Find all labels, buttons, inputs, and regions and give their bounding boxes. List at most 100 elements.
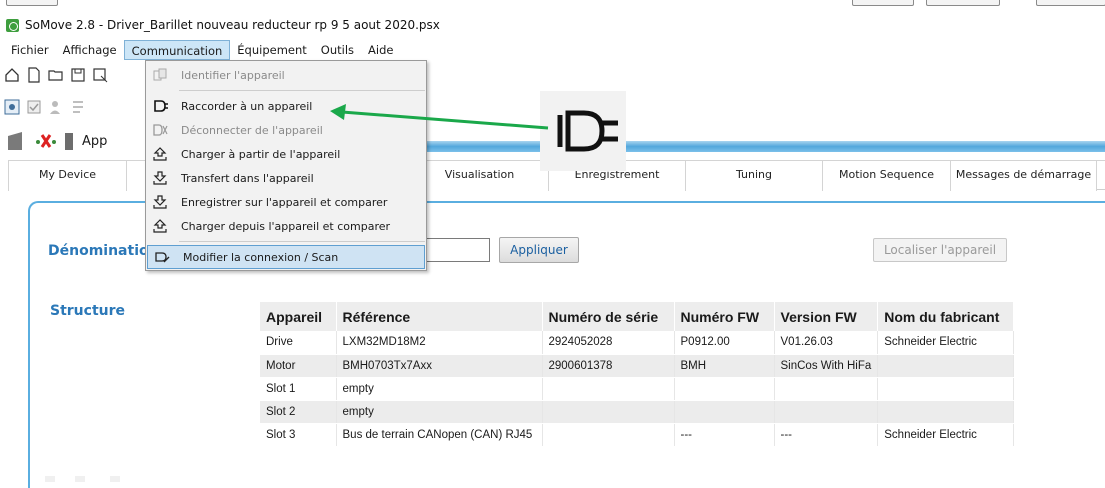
- table-cell: Drive: [260, 331, 337, 355]
- table-row[interactable]: Slot 1 empty: [260, 377, 1015, 401]
- locate-device-button: Localiser l'appareil: [873, 238, 1007, 262]
- table-row[interactable]: Drive LXM32MD18M2 2924052028 P0912.00 V0…: [260, 331, 1015, 355]
- save-icon[interactable]: [70, 67, 86, 83]
- table-cell: [774, 400, 879, 424]
- tab-my-device[interactable]: My Device: [8, 161, 127, 191]
- download-icon: [150, 168, 170, 188]
- table-cell: Motor: [260, 354, 337, 378]
- column-header: Appareil: [260, 302, 337, 331]
- tab-motion-sequence[interactable]: Motion Sequence: [823, 161, 951, 191]
- table-cell: SinCos With HiFa: [774, 354, 879, 378]
- table-cell: Slot 2: [260, 400, 337, 424]
- clipped-button: [6, 0, 58, 6]
- menu-communication[interactable]: Communication: [123, 39, 231, 60]
- table-cell: BMH0703Tx7Axx: [336, 354, 543, 378]
- table-cell: Slot 1: [260, 377, 337, 401]
- table-cell: Slot 3: [260, 423, 337, 447]
- column-header: Version FW: [774, 302, 879, 331]
- menu-affichage[interactable]: Affichage: [56, 40, 124, 60]
- menu-item-label: Identifier l'appareil: [181, 68, 285, 82]
- toolbar-partial-label: App: [82, 133, 108, 149]
- user-edit-icon[interactable]: [48, 99, 64, 115]
- compare-icon[interactable]: [70, 99, 86, 115]
- table-cell: 2924052028: [542, 331, 675, 355]
- table-row[interactable]: Slot 3 Bus de terrain CANopen (CAN) RJ45…: [260, 423, 1015, 447]
- drive-block-icon: [64, 131, 74, 151]
- secondary-toolbar: [0, 94, 150, 120]
- clipped-button: [926, 0, 1000, 6]
- menu-item-store-and-compare[interactable]: Enregistrer sur l'appareil et comparer: [146, 190, 426, 214]
- denomination-label: Dénominatio: [48, 243, 149, 259]
- faint-bottom-icons: [45, 476, 120, 482]
- table-header-row: Appareil Référence Numéro de série Numér…: [260, 302, 1015, 331]
- table-cell: [542, 400, 675, 424]
- menu-item-load-from-device[interactable]: Charger à partir de l'appareil: [146, 142, 426, 166]
- table-cell: Schneider Electric: [877, 423, 1015, 447]
- menu-bar: Fichier Affichage Communication Équipeme…: [0, 38, 1105, 61]
- plug-connect-icon: [150, 96, 170, 116]
- menu-separator: [179, 241, 425, 242]
- download-compare-icon: [150, 192, 170, 212]
- menu-item-label: Modifier la connexion / Scan: [183, 250, 339, 264]
- table-cell: V01.26.03: [774, 331, 879, 355]
- plug-disconnect-icon: [150, 120, 170, 140]
- menu-separator: [179, 90, 425, 91]
- column-header: Numéro de série: [542, 302, 675, 331]
- table-cell: [542, 377, 675, 401]
- header-band: [425, 141, 1105, 152]
- table-cell: Schneider Electric: [877, 331, 1015, 355]
- table-cell: [877, 354, 1015, 378]
- table-cell: LXM32MD18M2: [336, 331, 543, 355]
- table-cell: empty: [336, 377, 543, 401]
- communication-menu: Identifier l'appareil Raccorder à un app…: [145, 60, 427, 271]
- upload-icon: [150, 144, 170, 164]
- table-cell: Bus de terrain CANopen (CAN) RJ45: [336, 423, 543, 447]
- table-cell: ---: [674, 423, 775, 447]
- menu-aide[interactable]: Aide: [361, 40, 400, 60]
- clipped-button: [1036, 0, 1105, 6]
- menu-item-transfer-to-device[interactable]: Transfert dans l'appareil: [146, 166, 426, 190]
- menu-item-label: Enregistrer sur l'appareil et comparer: [181, 195, 388, 209]
- scan-icon: [152, 247, 172, 267]
- zoomed-plug-icon: [540, 91, 626, 171]
- menu-outils[interactable]: Outils: [314, 40, 361, 60]
- disconnect-cross-icon[interactable]: [34, 130, 58, 152]
- column-header: Numéro FW: [674, 302, 775, 331]
- table-cell: ---: [774, 423, 879, 447]
- table-cell: [674, 377, 775, 401]
- tab-messages-demarrage[interactable]: Messages de démarrage: [951, 161, 1097, 191]
- menu-item-label: Charger depuis l'appareil et comparer: [181, 219, 391, 233]
- device-shape-icon: [6, 130, 28, 152]
- table-row[interactable]: Slot 2 empty: [260, 400, 1015, 424]
- main-toolbar: [0, 62, 150, 88]
- table-row[interactable]: Motor BMH0703Tx7Axx 2900601378 BMH SinCo…: [260, 354, 1015, 378]
- clipped-button: [852, 0, 914, 6]
- column-header: Référence: [336, 302, 543, 331]
- table-cell: BMH: [674, 354, 775, 378]
- menu-item-modify-connection-scan[interactable]: Modifier la connexion / Scan: [147, 245, 425, 269]
- table-cell: [774, 377, 879, 401]
- menu-item-label: Charger à partir de l'appareil: [181, 147, 341, 161]
- check-icon[interactable]: [26, 99, 42, 115]
- menu-item-identify: Identifier l'appareil: [146, 63, 426, 87]
- menu-item-load-and-compare[interactable]: Charger depuis l'appareil et comparer: [146, 214, 426, 238]
- title-bar: SoMove 2.8 - Driver_Barillet nouveau red…: [0, 12, 1105, 38]
- apply-button[interactable]: Appliquer: [499, 237, 579, 263]
- save-as-icon[interactable]: [92, 67, 108, 83]
- home-icon[interactable]: [4, 67, 20, 83]
- tab-visualisation[interactable]: Visualisation: [411, 161, 549, 191]
- new-file-icon[interactable]: [26, 67, 42, 83]
- menu-item-label: Déconnecter de l'appareil: [181, 123, 323, 137]
- menu-equipement[interactable]: Équipement: [230, 40, 314, 60]
- menu-fichier[interactable]: Fichier: [4, 40, 56, 60]
- table-cell: [877, 400, 1015, 424]
- table-cell: 2900601378: [542, 354, 675, 378]
- table-cell: [674, 400, 775, 424]
- open-folder-icon[interactable]: [48, 67, 64, 83]
- device-settings-icon[interactable]: [4, 99, 20, 115]
- upload-compare-icon: [150, 216, 170, 236]
- menu-item-label: Raccorder à un appareil: [181, 99, 313, 113]
- menu-item-label: Transfert dans l'appareil: [181, 171, 314, 185]
- tab-tuning[interactable]: Tuning: [686, 161, 823, 191]
- top-clipped-strip: [0, 0, 1105, 12]
